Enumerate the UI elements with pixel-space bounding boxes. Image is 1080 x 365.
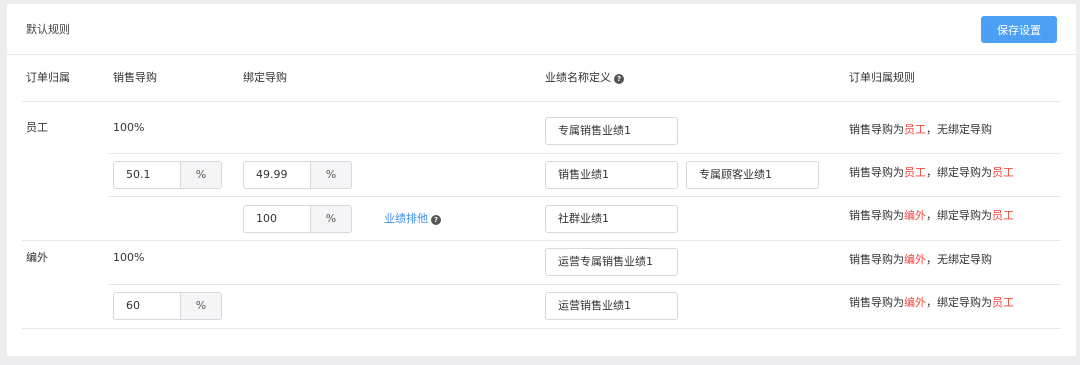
rule-highlight-2: 员工	[992, 209, 1014, 222]
bound-pct-input[interactable]: 49.99 %	[243, 161, 352, 189]
column-header-performance-name-label: 业绩名称定义	[545, 71, 611, 84]
divider	[22, 328, 1061, 329]
card-header: 默认规则 保存设置	[7, 4, 1076, 55]
percent-unit: %	[311, 162, 351, 188]
rule-highlight: 编外	[904, 253, 926, 266]
rule-highlight: 员工	[904, 123, 926, 136]
order-rule-text: 销售导购为员工，绑定导购为员工	[849, 164, 1014, 180]
group-label-employee: 员工	[26, 121, 48, 134]
help-icon[interactable]: ?	[614, 74, 624, 84]
rule-tail: 无绑定导购	[937, 253, 992, 266]
rule-prefix: 销售导购为	[849, 166, 904, 179]
divider	[22, 101, 1061, 102]
column-header-ownership: 订单归属	[26, 71, 70, 84]
rule-mid: ，	[926, 253, 937, 266]
sales-pct-input[interactable]: 50.1 %	[113, 161, 222, 189]
default-rules-card: 默认规则 保存设置 订单归属 销售导购 绑定导购 业绩名称定义? 订单归属规则 …	[7, 4, 1076, 356]
rule-highlight: 编外	[904, 296, 926, 309]
bound-pct-value[interactable]: 100	[244, 206, 311, 232]
rule-mid: ，绑定导购为	[926, 209, 992, 222]
page-title: 默认规则	[26, 23, 70, 36]
sales-pct-input[interactable]: 60 %	[113, 292, 222, 320]
group-label-external: 编外	[26, 251, 48, 264]
rule-mid: ，绑定导购为	[926, 166, 992, 179]
divider	[108, 196, 1061, 197]
rule-highlight-2: 员工	[992, 166, 1014, 179]
rule-mid: ，绑定导购为	[926, 296, 992, 309]
rule-mid: ，	[926, 123, 937, 136]
performance-name-input[interactable]: 销售业绩1	[545, 161, 678, 189]
performance-name-input-2[interactable]: 专属顾客业绩1	[686, 161, 819, 189]
order-rule-text: 销售导购为员工，无绑定导购	[849, 121, 992, 137]
order-rule-text: 销售导购为编外，绑定导购为员工	[849, 294, 1014, 310]
rule-highlight-2: 员工	[992, 296, 1014, 309]
bound-pct-value[interactable]: 49.99	[244, 162, 311, 188]
sales-pct-value[interactable]: 60	[114, 293, 181, 319]
performance-name-input[interactable]: 社群业绩1	[545, 205, 678, 233]
column-header-rule: 订单归属规则	[849, 71, 915, 84]
column-header-performance-name: 业绩名称定义?	[545, 71, 624, 85]
bound-pct-input[interactable]: 100 %	[243, 205, 352, 233]
rule-prefix: 销售导购为	[849, 296, 904, 309]
help-icon[interactable]: ?	[431, 215, 441, 225]
performance-name-input[interactable]: 运营销售业绩1	[545, 292, 678, 320]
group-pct-external: 100%	[113, 251, 145, 264]
performance-name-input[interactable]: 专属销售业绩1	[545, 117, 678, 145]
rule-highlight: 编外	[904, 209, 926, 222]
percent-unit: %	[181, 293, 221, 319]
save-settings-button[interactable]: 保存设置	[981, 16, 1057, 43]
divider	[108, 153, 1061, 154]
rule-prefix: 销售导购为	[849, 209, 904, 222]
divider	[108, 284, 1061, 285]
rule-tail: 无绑定导购	[937, 123, 992, 136]
order-rule-text: 销售导购为编外，绑定导购为员工	[849, 207, 1014, 223]
rule-prefix: 销售导购为	[849, 123, 904, 136]
group-pct-employee: 100%	[113, 121, 145, 134]
exclusive-performance-link[interactable]: 业绩排他	[384, 212, 428, 225]
rule-highlight: 员工	[904, 166, 926, 179]
percent-unit: %	[311, 206, 351, 232]
order-rule-text: 销售导购为编外，无绑定导购	[849, 251, 992, 267]
column-header-sales-guide: 销售导购	[113, 71, 157, 84]
divider	[22, 240, 1061, 241]
sales-pct-value[interactable]: 50.1	[114, 162, 181, 188]
exclusive-performance-link-wrap: 业绩排他?	[384, 212, 441, 226]
rule-prefix: 销售导购为	[849, 253, 904, 266]
percent-unit: %	[181, 162, 221, 188]
performance-name-input[interactable]: 运营专属销售业绩1	[545, 248, 678, 276]
column-header-bound-guide: 绑定导购	[243, 71, 287, 84]
